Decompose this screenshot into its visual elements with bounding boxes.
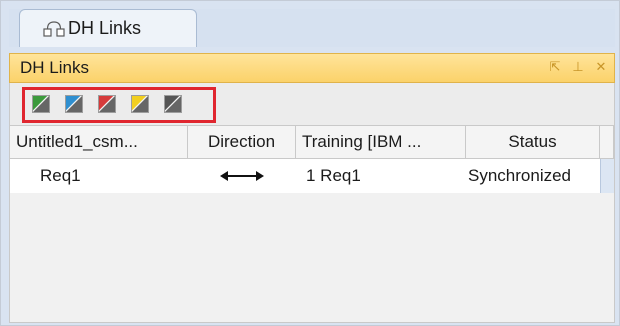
gray-link-icon — [165, 96, 181, 112]
blue-link-button[interactable] — [65, 95, 83, 113]
row-action-icon[interactable] — [600, 159, 614, 193]
green-link-icon — [33, 96, 49, 112]
panel-title-bar: DH Links ⇱ ⊥ ✕ — [9, 53, 615, 83]
source-cell: Req1 — [40, 166, 81, 185]
pin-icon[interactable]: ⊥ — [571, 59, 585, 75]
column-header-source[interactable]: Untitled1_csm... — [10, 126, 188, 158]
toolbar-buttons — [32, 95, 182, 113]
column-header-status[interactable]: Status — [466, 126, 600, 158]
bidirectional-arrow-icon — [220, 171, 264, 181]
blue-link-icon — [66, 96, 82, 112]
close-icon[interactable]: ✕ — [594, 59, 608, 75]
red-link-icon — [99, 96, 115, 112]
tab-strip: DH Links — [9, 9, 615, 47]
yellow-link-button[interactable] — [131, 95, 149, 113]
links-table: Untitled1_csm... Direction Training [IBM… — [9, 125, 615, 323]
dh-links-window: DH Links DH Links ⇱ ⊥ ✕ Untitled1_csm...… — [0, 0, 620, 326]
status-cell: Synchronized — [468, 166, 572, 185]
undock-icon[interactable]: ⇱ — [548, 59, 562, 75]
tab-dh-links[interactable]: DH Links — [19, 9, 197, 47]
table-header: Untitled1_csm... Direction Training [IBM… — [10, 125, 614, 159]
toolbar — [9, 83, 615, 125]
gray-link-button[interactable] — [164, 95, 182, 113]
panel-controls: ⇱ ⊥ ✕ — [548, 59, 608, 75]
table-row[interactable]: Req1 1 Req1 Synchronized — [10, 159, 614, 193]
column-header-direction[interactable]: Direction — [188, 126, 296, 158]
panel-title: DH Links — [20, 58, 89, 77]
column-header-target[interactable]: Training [IBM ... — [296, 126, 466, 158]
red-link-button[interactable] — [98, 95, 116, 113]
target-cell: 1 Req1 — [306, 166, 361, 185]
green-link-button[interactable] — [32, 95, 50, 113]
direction-cell — [188, 159, 296, 193]
yellow-link-icon — [132, 96, 148, 112]
linked-nodes-icon — [43, 21, 65, 37]
column-header-extra[interactable] — [600, 126, 614, 158]
tab-label: DH Links — [68, 18, 142, 38]
